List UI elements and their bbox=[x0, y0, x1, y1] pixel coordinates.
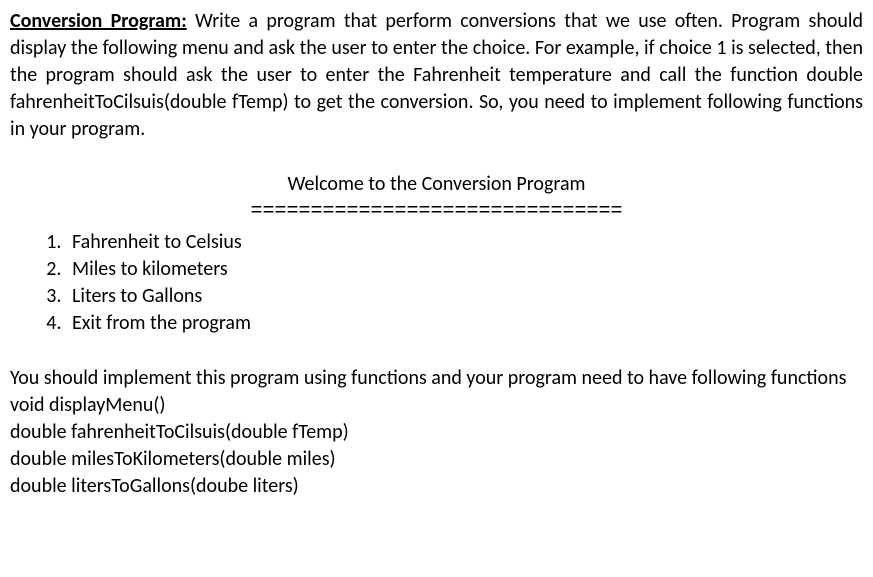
requirements-block: You should implement this program using … bbox=[10, 365, 863, 500]
heading-label: Conversion Program: bbox=[10, 9, 187, 33]
menu-separator: =============================== bbox=[10, 198, 863, 225]
list-item: Exit from the program bbox=[66, 310, 863, 337]
list-item: Miles to kilometers bbox=[66, 256, 863, 283]
function-signature: double milesToKilometers(double miles) bbox=[10, 446, 863, 473]
list-item: Fahrenheit to Celsius bbox=[66, 229, 863, 256]
function-signature: double litersToGallons(doube liters) bbox=[10, 473, 863, 500]
menu-block: Welcome to the Conversion Program ======… bbox=[10, 171, 863, 337]
function-signature: void displayMenu() bbox=[10, 392, 863, 419]
function-signature: double fahrenheitToCilsuis(double fTemp) bbox=[10, 419, 863, 446]
list-item: Liters to Gallons bbox=[66, 283, 863, 310]
intro-paragraph: Conversion Program: Write a program that… bbox=[10, 8, 863, 143]
requirements-lead: You should implement this program using … bbox=[10, 365, 863, 392]
menu-title: Welcome to the Conversion Program bbox=[10, 171, 863, 198]
menu-list: Fahrenheit to Celsius Miles to kilometer… bbox=[10, 229, 863, 337]
